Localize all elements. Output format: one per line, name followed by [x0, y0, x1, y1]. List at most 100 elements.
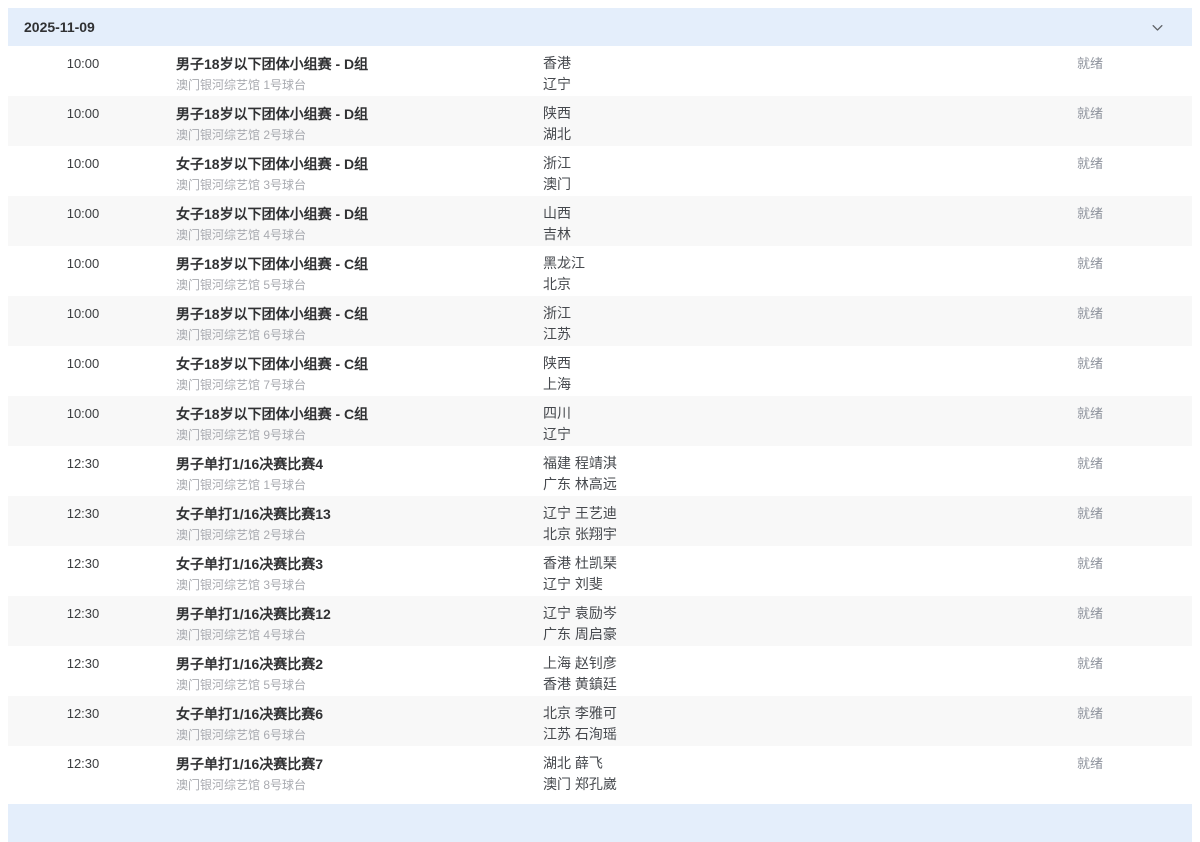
match-event: 女子18岁以下团体小组赛 - C组 澳门银河综艺馆 9号球台: [158, 396, 543, 445]
match-event: 男子单打1/16决赛比赛4 澳门银河综艺馆 1号球台: [158, 446, 543, 495]
match-time: 12:30: [8, 646, 158, 674]
match-sides: 黑龙江 北京: [543, 246, 988, 295]
match-row[interactable]: 10:00 女子18岁以下团体小组赛 - D组 澳门银河综艺馆 4号球台 山西 …: [8, 196, 1192, 246]
date-group: 2025-11-09 10:00 男子18岁以下团体小组赛 - D组 澳门银河综…: [8, 8, 1192, 796]
match-time: 12:30: [8, 696, 158, 724]
match-title: 男子18岁以下团体小组赛 - D组: [176, 53, 533, 75]
match-row[interactable]: 12:30 女子单打1/16决赛比赛3 澳门银河综艺馆 3号球台 香港 杜凯琹 …: [8, 546, 1192, 596]
match-row[interactable]: 10:00 男子18岁以下团体小组赛 - D组 澳门银河综艺馆 2号球台 陕西 …: [8, 96, 1192, 146]
match-title: 男子单打1/16决赛比赛2: [176, 653, 533, 675]
match-time: 12:30: [8, 746, 158, 774]
match-time: 12:30: [8, 496, 158, 524]
match-title: 女子单打1/16决赛比赛3: [176, 553, 533, 575]
match-side-1: 上海 赵钊彦: [543, 653, 988, 674]
match-side-2: 广东 周启豪: [543, 624, 988, 645]
match-side-1: 北京 李雅可: [543, 703, 988, 724]
match-side-2: 广东 林高远: [543, 474, 988, 495]
match-venue: 澳门银河综艺馆 4号球台: [176, 225, 533, 245]
match-venue: 澳门银河综艺馆 1号球台: [176, 475, 533, 495]
match-side-1: 辽宁 王艺迪: [543, 503, 988, 524]
match-venue: 澳门银河综艺馆 3号球台: [176, 575, 533, 595]
match-side-1: 香港: [543, 53, 988, 74]
match-time: 10:00: [8, 146, 158, 174]
match-sides: 湖北 薛飞 澳门 郑孔崴: [543, 746, 988, 795]
match-row[interactable]: 10:00 男子18岁以下团体小组赛 - D组 澳门银河综艺馆 1号球台 香港 …: [8, 46, 1192, 96]
match-venue: 澳门银河综艺馆 7号球台: [176, 375, 533, 395]
match-status: 就绪: [988, 596, 1192, 624]
match-time: 10:00: [8, 96, 158, 124]
match-status: 就绪: [988, 146, 1192, 174]
match-status: 就绪: [988, 246, 1192, 274]
match-status: 就绪: [988, 446, 1192, 474]
match-time: 10:00: [8, 196, 158, 224]
match-event: 男子18岁以下团体小组赛 - C组 澳门银河综艺馆 5号球台: [158, 246, 543, 295]
match-side-2: 江苏 石洵瑶: [543, 724, 988, 745]
match-row[interactable]: 12:30 男子单打1/16决赛比赛7 澳门银河综艺馆 8号球台 湖北 薛飞 澳…: [8, 746, 1192, 796]
match-title: 女子18岁以下团体小组赛 - D组: [176, 203, 533, 225]
match-row[interactable]: 12:30 男子单打1/16决赛比赛2 澳门银河综艺馆 5号球台 上海 赵钊彦 …: [8, 646, 1192, 696]
match-status: 就绪: [988, 346, 1192, 374]
match-side-2: 辽宁: [543, 424, 988, 445]
match-side-1: 四川: [543, 403, 988, 424]
match-status: 就绪: [988, 546, 1192, 574]
match-side-1: 黑龙江: [543, 253, 988, 274]
match-event: 男子18岁以下团体小组赛 - C组 澳门银河综艺馆 6号球台: [158, 296, 543, 345]
match-title: 女子18岁以下团体小组赛 - C组: [176, 403, 533, 425]
match-side-1: 陕西: [543, 103, 988, 124]
match-venue: 澳门银河综艺馆 4号球台: [176, 625, 533, 645]
match-time: 10:00: [8, 246, 158, 274]
match-status: 就绪: [988, 746, 1192, 774]
match-side-1: 湖北 薛飞: [543, 753, 988, 774]
match-title: 男子18岁以下团体小组赛 - C组: [176, 253, 533, 275]
match-side-2: 湖北: [543, 124, 988, 145]
match-sides: 陕西 上海: [543, 346, 988, 395]
match-time: 12:30: [8, 546, 158, 574]
match-venue: 澳门银河综艺馆 2号球台: [176, 125, 533, 145]
match-sides: 上海 赵钊彦 香港 黄鎮廷: [543, 646, 988, 695]
match-time: 12:30: [8, 446, 158, 474]
match-sides: 山西 吉林: [543, 196, 988, 245]
match-sides: 福建 程靖淇 广东 林高远: [543, 446, 988, 495]
match-time: 10:00: [8, 346, 158, 374]
match-row[interactable]: 12:30 女子单打1/16决赛比赛6 澳门银河综艺馆 6号球台 北京 李雅可 …: [8, 696, 1192, 746]
match-row[interactable]: 12:30 女子单打1/16决赛比赛13 澳门银河综艺馆 2号球台 辽宁 王艺迪…: [8, 496, 1192, 546]
match-row[interactable]: 10:00 女子18岁以下团体小组赛 - D组 澳门银河综艺馆 3号球台 浙江 …: [8, 146, 1192, 196]
match-side-2: 北京: [543, 274, 988, 295]
match-side-2: 上海: [543, 374, 988, 395]
match-side-2: 辽宁 刘斐: [543, 574, 988, 595]
next-date-group-header[interactable]: [8, 804, 1192, 842]
match-status: 就绪: [988, 646, 1192, 674]
match-sides: 香港 辽宁: [543, 46, 988, 95]
match-row[interactable]: 10:00 男子18岁以下团体小组赛 - C组 澳门银河综艺馆 6号球台 浙江 …: [8, 296, 1192, 346]
match-side-1: 浙江: [543, 303, 988, 324]
match-row[interactable]: 10:00 女子18岁以下团体小组赛 - C组 澳门银河综艺馆 9号球台 四川 …: [8, 396, 1192, 446]
match-row[interactable]: 12:30 男子单打1/16决赛比赛4 澳门银河综艺馆 1号球台 福建 程靖淇 …: [8, 446, 1192, 496]
match-title: 男子单打1/16决赛比赛12: [176, 603, 533, 625]
match-row[interactable]: 12:30 男子单打1/16决赛比赛12 澳门银河综艺馆 4号球台 辽宁 袁励岑…: [8, 596, 1192, 646]
match-row[interactable]: 10:00 女子18岁以下团体小组赛 - C组 澳门银河综艺馆 7号球台 陕西 …: [8, 346, 1192, 396]
match-venue: 澳门银河综艺馆 6号球台: [176, 325, 533, 345]
match-side-2: 香港 黄鎮廷: [543, 674, 988, 695]
match-status: 就绪: [988, 396, 1192, 424]
match-side-2: 澳门: [543, 174, 988, 195]
match-event: 女子单打1/16决赛比赛3 澳门银河综艺馆 3号球台: [158, 546, 543, 595]
match-sides: 北京 李雅可 江苏 石洵瑶: [543, 696, 988, 745]
match-event: 女子18岁以下团体小组赛 - D组 澳门银河综艺馆 3号球台: [158, 146, 543, 195]
match-sides: 香港 杜凯琹 辽宁 刘斐: [543, 546, 988, 595]
match-status: 就绪: [988, 296, 1192, 324]
match-venue: 澳门银河综艺馆 2号球台: [176, 525, 533, 545]
match-venue: 澳门银河综艺馆 5号球台: [176, 675, 533, 695]
match-venue: 澳门银河综艺馆 6号球台: [176, 725, 533, 745]
match-event: 男子18岁以下团体小组赛 - D组 澳门银河综艺馆 2号球台: [158, 96, 543, 145]
match-event: 女子18岁以下团体小组赛 - D组 澳门银河综艺馆 4号球台: [158, 196, 543, 245]
match-row[interactable]: 10:00 男子18岁以下团体小组赛 - C组 澳门银河综艺馆 5号球台 黑龙江…: [8, 246, 1192, 296]
match-title: 男子18岁以下团体小组赛 - D组: [176, 103, 533, 125]
chevron-down-icon[interactable]: [1150, 20, 1165, 35]
match-sides: 四川 辽宁: [543, 396, 988, 445]
date-group-header[interactable]: 2025-11-09: [8, 8, 1192, 46]
match-title: 女子单打1/16决赛比赛13: [176, 503, 533, 525]
match-sides: 浙江 澳门: [543, 146, 988, 195]
match-title: 女子18岁以下团体小组赛 - D组: [176, 153, 533, 175]
match-side-1: 陕西: [543, 353, 988, 374]
match-event: 女子单打1/16决赛比赛13 澳门银河综艺馆 2号球台: [158, 496, 543, 545]
